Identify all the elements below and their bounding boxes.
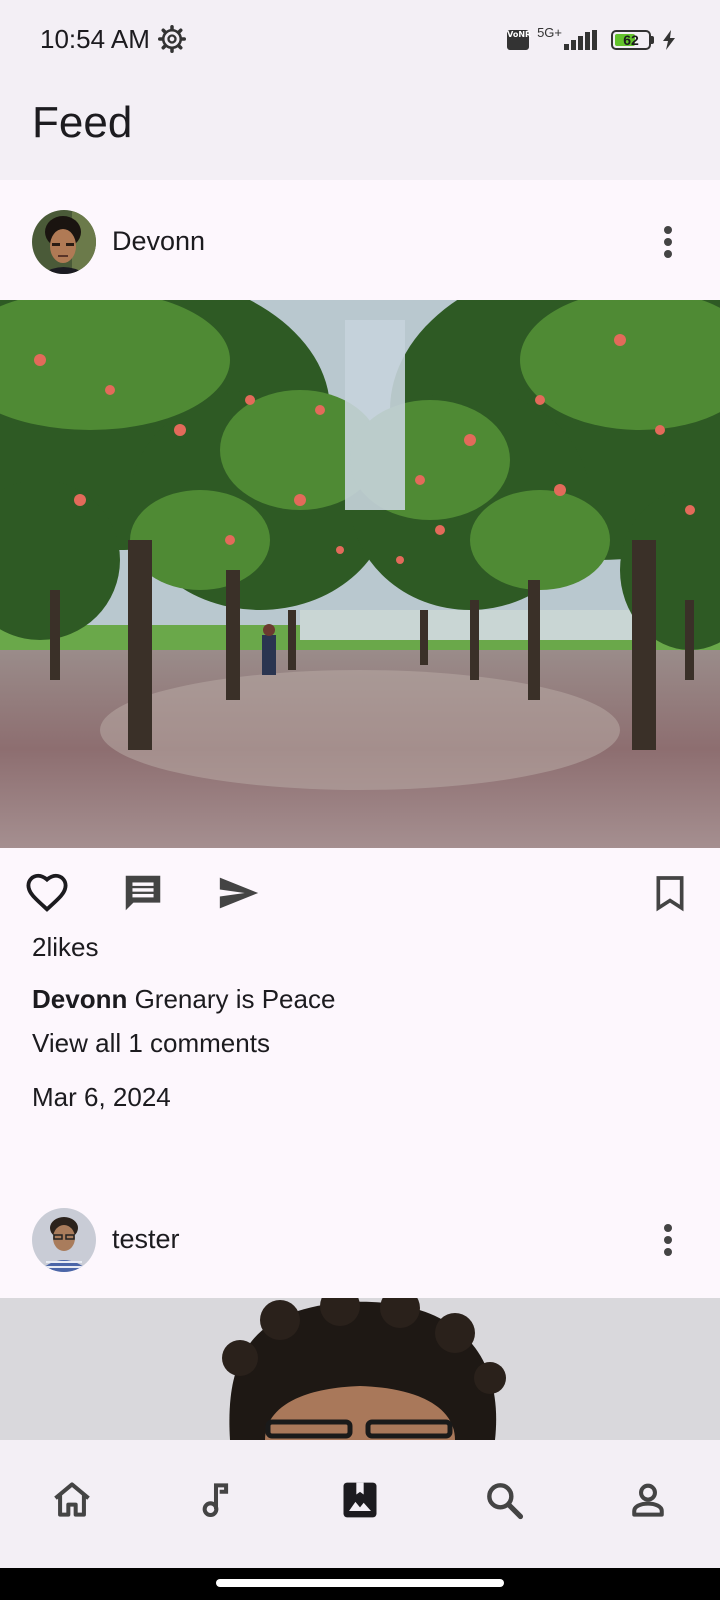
feed-list[interactable]: Devonn 2likes Devonn Grenary is Peace Vi…	[0, 180, 720, 1440]
avatar[interactable]	[32, 210, 96, 274]
more-options-button[interactable]	[656, 1220, 680, 1260]
status-icons: VoNR 5G+ 62	[507, 22, 676, 58]
gear-icon	[158, 25, 186, 53]
portrait-photo	[0, 1298, 720, 1440]
post-image[interactable]	[0, 300, 720, 848]
view-comments-link[interactable]: View all 1 comments	[32, 1028, 270, 1059]
app-bar: Feed	[0, 80, 720, 180]
signal-icon	[564, 30, 597, 50]
home-gesture-bar[interactable]	[216, 1579, 504, 1587]
avatar[interactable]	[32, 1208, 96, 1272]
battery-icon: 62	[611, 30, 651, 50]
page-title: Feed	[32, 98, 133, 147]
comment-icon[interactable]	[120, 870, 166, 916]
post-header: tester	[0, 1178, 720, 1298]
battery-tip	[651, 36, 654, 44]
battery-percent: 62	[623, 32, 639, 48]
music-note-icon[interactable]	[194, 1478, 238, 1522]
bottom-navigation	[0, 1440, 720, 1568]
gesture-navigation-area	[0, 1568, 720, 1600]
post-actions	[0, 848, 720, 938]
status-time: 10:54 AM	[40, 24, 150, 54]
avatar-tester-image	[32, 1208, 96, 1272]
username[interactable]: tester	[112, 1224, 180, 1255]
likes-count: 2likes	[32, 932, 99, 962]
post-caption: Devonn Grenary is Peace	[32, 984, 335, 1015]
more-options-button[interactable]	[656, 222, 680, 262]
network-type: 5G+	[537, 24, 562, 40]
bookmark-icon[interactable]	[650, 870, 690, 916]
park-photo	[0, 300, 720, 848]
post-header: Devonn	[0, 180, 720, 300]
avatar-devonn-image	[32, 210, 96, 274]
profile-icon[interactable]	[626, 1478, 670, 1522]
post-image[interactable]	[0, 1298, 720, 1440]
charging-bolt-icon	[663, 30, 675, 50]
home-icon[interactable]	[50, 1478, 94, 1522]
person-figure	[262, 635, 276, 675]
send-icon[interactable]	[216, 870, 262, 916]
search-icon[interactable]	[482, 1478, 526, 1522]
heart-icon[interactable]	[24, 870, 70, 916]
volte-badge: VoNR	[507, 30, 531, 50]
feed-photo-icon[interactable]	[338, 1478, 382, 1522]
status-bar: 10:54 AM VoNR 5G+ 62	[0, 0, 720, 80]
caption-text: Grenary is Peace	[127, 984, 336, 1014]
caption-username[interactable]: Devonn	[32, 984, 127, 1014]
username[interactable]: Devonn	[112, 226, 205, 257]
post-date: Mar 6, 2024	[32, 1082, 171, 1112]
